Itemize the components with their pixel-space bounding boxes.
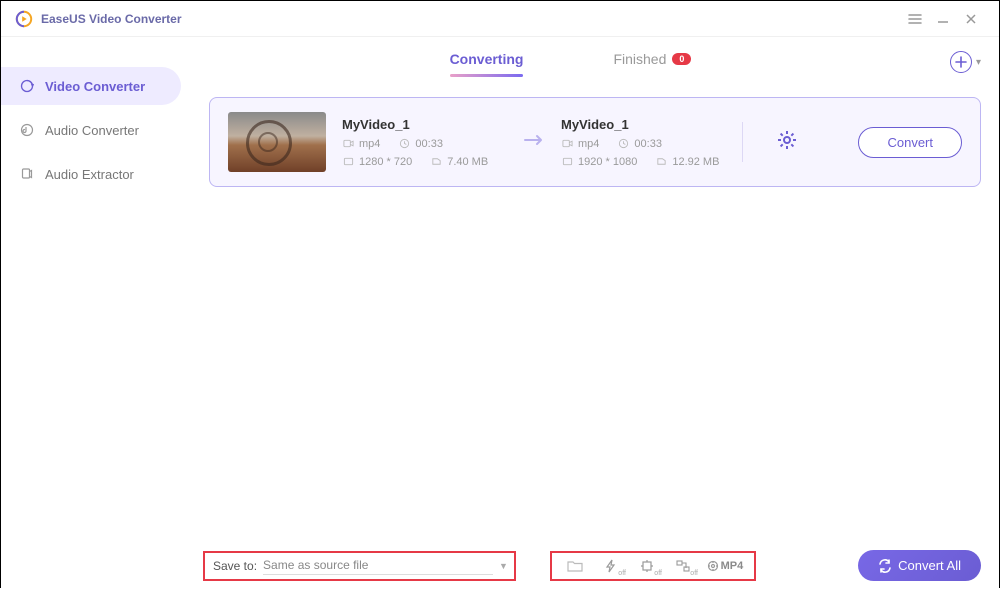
sidebar-item-audio-converter[interactable]: Audio Converter: [1, 111, 181, 149]
arrow-right-icon: [523, 133, 545, 152]
toggle-off-label: off: [654, 570, 662, 577]
source-size: 7.40 MB: [447, 156, 488, 168]
target-filename: MyVideo_1: [561, 117, 726, 132]
source-format: mp4: [359, 138, 380, 150]
convert-all-icon: [878, 559, 892, 573]
convert-button[interactable]: Convert: [858, 127, 962, 158]
finished-count-badge: 0: [672, 53, 691, 65]
video-icon: [561, 138, 573, 150]
sidebar: Video Converter Audio Converter Audio Ex…: [1, 37, 191, 542]
resolution-icon: [561, 156, 573, 168]
close-button[interactable]: [957, 5, 985, 33]
tab-finished[interactable]: Finished 0: [613, 51, 691, 73]
target-format: mp4: [578, 138, 599, 150]
toggle-off-label: off: [690, 570, 698, 577]
audio-extractor-icon: [19, 167, 35, 181]
app-logo-icon: [15, 10, 33, 28]
menu-icon[interactable]: [901, 5, 929, 33]
output-options-group: off off off MP4: [550, 551, 756, 581]
add-file-dropdown-caret[interactable]: ▾: [976, 57, 981, 68]
source-info: MyVideo_1 mp4 00:33 1280 * 720 7.40 MB: [342, 117, 507, 168]
sidebar-item-label: Video Converter: [45, 79, 145, 94]
tab-label: Finished: [613, 51, 666, 67]
resolution-icon: [342, 156, 354, 168]
tab-label: Converting: [450, 51, 524, 67]
save-to-input[interactable]: [263, 556, 493, 575]
target-info: MyVideo_1 mp4 00:33 1920 * 1080 12.92 MB: [561, 117, 726, 168]
clock-icon: [617, 138, 629, 150]
tab-converting[interactable]: Converting: [450, 51, 524, 73]
clock-icon: [398, 138, 410, 150]
sidebar-item-label: Audio Extractor: [45, 167, 134, 182]
conversion-item: MyVideo_1 mp4 00:33 1280 * 720 7.40 MB M…: [209, 97, 981, 187]
high-speed-toggle[interactable]: off: [594, 555, 628, 577]
audio-converter-icon: [19, 123, 35, 137]
sidebar-item-label: Audio Converter: [45, 123, 139, 138]
filesize-icon: [655, 156, 667, 168]
gpu-toggle[interactable]: off: [630, 555, 664, 577]
source-filename: MyVideo_1: [342, 117, 507, 132]
save-to-label: Save to:: [213, 559, 257, 573]
filesize-icon: [430, 156, 442, 168]
target-resolution: 1920 * 1080: [578, 156, 637, 168]
source-resolution: 1280 * 720: [359, 156, 412, 168]
convert-all-label: Convert All: [898, 558, 961, 573]
video-thumbnail[interactable]: [228, 112, 326, 172]
open-folder-button[interactable]: [558, 555, 592, 577]
sidebar-item-audio-extractor[interactable]: Audio Extractor: [1, 155, 181, 193]
merge-toggle[interactable]: off: [666, 555, 700, 577]
add-file-button[interactable]: [950, 51, 972, 73]
save-to-dropdown-caret[interactable]: ▼: [499, 561, 508, 571]
output-format-label: MP4: [721, 560, 744, 572]
minimize-button[interactable]: [929, 5, 957, 33]
video-converter-icon: [19, 79, 35, 93]
settings-gear-icon[interactable]: [759, 130, 815, 155]
target-duration: 00:33: [634, 138, 662, 150]
app-title: EaseUS Video Converter: [41, 12, 182, 26]
output-format-selector[interactable]: MP4: [702, 555, 748, 577]
convert-all-button[interactable]: Convert All: [858, 550, 981, 581]
save-to-group: Save to: ▼: [203, 551, 516, 581]
toggle-off-label: off: [618, 570, 626, 577]
target-size: 12.92 MB: [672, 156, 719, 168]
sidebar-item-video-converter[interactable]: Video Converter: [1, 67, 181, 105]
video-icon: [342, 138, 354, 150]
source-duration: 00:33: [415, 138, 443, 150]
divider: [742, 122, 743, 162]
